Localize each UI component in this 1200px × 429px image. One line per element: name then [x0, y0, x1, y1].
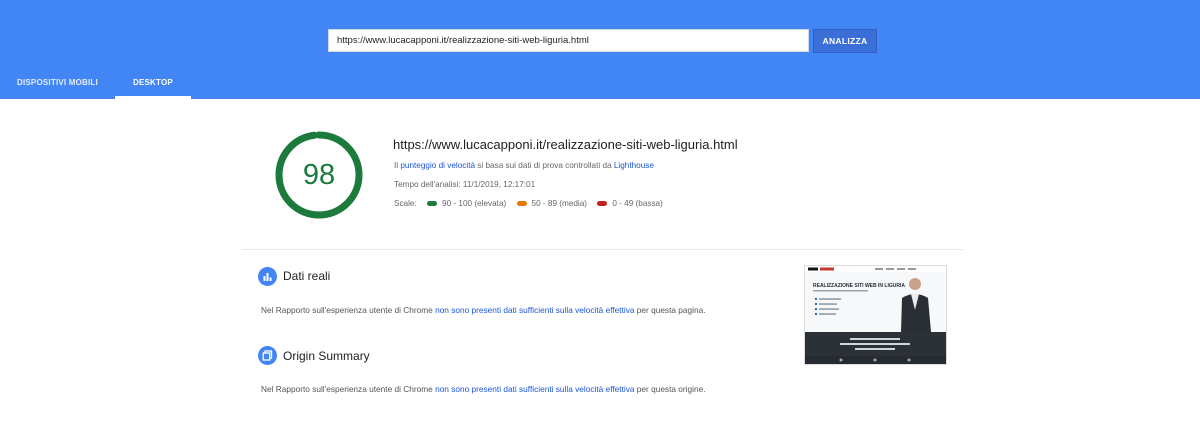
scale-slow-label: 0 - 49 (bassa) [612, 199, 663, 208]
origin-summary-text: Nel Rapporto sull'esperienza utente di C… [261, 384, 706, 394]
field-data-text: Nel Rapporto sull'esperienza utente di C… [261, 305, 706, 315]
desc-middle: si basa sui dati di prova controllati da [475, 161, 614, 170]
thumbnail-headline: REALIZZAZIONE SITI WEB IN LIGURIA [813, 283, 905, 289]
score-description: Il punteggio di velocità si basa sui dat… [394, 161, 654, 170]
orange-pill-icon [516, 201, 527, 206]
thumbnail-image: REALIZZAZIONE SITI WEB IN LIGURIA [805, 266, 946, 364]
origin-summary-suffix: per questa origine. [634, 384, 706, 394]
field-data-suffix: per questa pagina. [634, 305, 706, 315]
score-scale: Scale: 90 - 100 (elevata) 50 - 89 (media… [394, 199, 663, 208]
scale-average: 50 - 89 (media) [516, 199, 588, 208]
scale-label: Scale: [394, 199, 417, 208]
analyze-button[interactable]: ANALIZZA [813, 29, 877, 53]
scale-slow: 0 - 49 (bassa) [597, 199, 663, 208]
origin-summary-prefix: Nel Rapporto sull'esperienza utente di C… [261, 384, 436, 394]
scale-average-label: 50 - 89 (media) [531, 199, 588, 208]
analysis-time: Tempo dell'analisi: 11/1/2019, 12:17:01 [394, 180, 536, 189]
performance-score: 98 [302, 158, 336, 191]
scale-fast-label: 90 - 100 (elevata) [442, 199, 507, 208]
url-input[interactable] [328, 29, 809, 52]
tab-mobile[interactable]: DISPOSITIVI MOBILI [17, 78, 98, 87]
bar-chart-icon [258, 267, 277, 286]
page-screenshot-thumbnail: REALIZZAZIONE SITI WEB IN LIGURIA [804, 265, 947, 365]
active-tab-indicator [115, 96, 191, 99]
field-data-link[interactable]: non sono presenti dati sufficienti sulla… [435, 305, 634, 315]
scale-fast: 90 - 100 (elevata) [427, 199, 506, 208]
copy-pages-icon [258, 346, 277, 365]
origin-summary-title: Origin Summary [283, 349, 370, 363]
green-pill-icon [427, 201, 438, 206]
tab-desktop[interactable]: DESKTOP [133, 78, 173, 87]
speed-score-link[interactable]: punteggio di velocità [400, 161, 475, 170]
analyzed-page-url: https://www.lucacapponi.it/realizzazione… [393, 137, 738, 152]
red-pill-icon [597, 201, 608, 206]
origin-summary-link[interactable]: non sono presenti dati sufficienti sulla… [435, 384, 634, 394]
header-bar: ANALIZZA DISPOSITIVI MOBILI DESKTOP [0, 0, 1200, 99]
divider [242, 249, 964, 250]
field-data-title: Dati reali [283, 269, 331, 283]
lighthouse-link[interactable]: Lighthouse [614, 161, 654, 170]
field-data-prefix: Nel Rapporto sull'esperienza utente di C… [261, 305, 436, 315]
